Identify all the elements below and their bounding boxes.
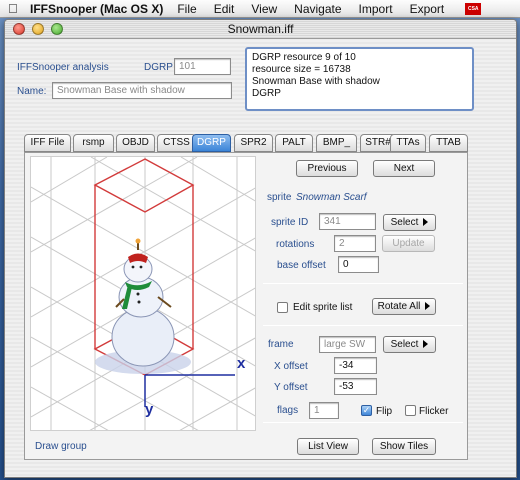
sprite-label: sprite bbox=[267, 192, 292, 203]
sprite-id-field[interactable]: 341 bbox=[319, 213, 376, 230]
x-offset-label: X offset bbox=[274, 361, 308, 372]
menu-view[interactable]: View bbox=[251, 2, 277, 16]
flicker-label: Flicker bbox=[419, 406, 449, 417]
tab-ttas[interactable]: TTAs bbox=[390, 134, 426, 152]
flags-label: flags bbox=[277, 405, 299, 416]
x-offset-field[interactable]: -34 bbox=[334, 357, 377, 374]
list-view-button[interactable]: List View bbox=[297, 438, 359, 455]
section-divider bbox=[263, 283, 463, 284]
tab-rsmp[interactable]: rsmp bbox=[73, 134, 114, 152]
popup-arrow-icon bbox=[425, 302, 431, 311]
section-divider bbox=[263, 422, 463, 423]
info-line: resource size = 16738 bbox=[252, 64, 351, 75]
resource-info-box: DGRP resource 9 of 10 resource size = 16… bbox=[245, 47, 474, 111]
flicker-checkbox[interactable] bbox=[405, 405, 416, 416]
menu-edit[interactable]: Edit bbox=[214, 2, 235, 16]
analysis-label: IFFSnooper analysis bbox=[17, 62, 109, 73]
menu-navigate[interactable]: Navigate bbox=[294, 2, 341, 16]
input-menu-flag-icon[interactable]: CSA bbox=[465, 2, 482, 15]
base-offset-label: base offset bbox=[277, 260, 326, 271]
tab-dgrp[interactable]: DGRP bbox=[192, 134, 231, 152]
menu-app-name[interactable]: IFFSnooper (Mac OS X) bbox=[30, 2, 163, 16]
name-label: Name: bbox=[17, 86, 47, 97]
sprite-canvas[interactable]: x y bbox=[30, 156, 256, 431]
popup-arrow-icon bbox=[423, 340, 429, 349]
tab-bmp[interactable]: BMP_ bbox=[316, 134, 357, 152]
flags-field[interactable]: 1 bbox=[309, 402, 339, 419]
close-button-icon[interactable] bbox=[13, 23, 25, 35]
tab-objd[interactable]: OBJD bbox=[116, 134, 155, 152]
edit-sprite-list-label: Edit sprite list bbox=[293, 302, 353, 313]
minimize-button-icon[interactable] bbox=[32, 23, 44, 35]
main-window: Snowman.iff IFFSnooper analysis DGRP # 1… bbox=[4, 19, 517, 478]
tab-ttab[interactable]: TTAB bbox=[429, 134, 468, 152]
frame-select-button[interactable]: Select bbox=[383, 336, 436, 353]
menu-file[interactable]: File bbox=[177, 2, 196, 16]
info-line: DGRP bbox=[252, 88, 281, 99]
frame-select-label: Select bbox=[390, 339, 419, 350]
previous-button[interactable]: Previous bbox=[296, 160, 358, 177]
zoom-button-icon[interactable] bbox=[51, 23, 63, 35]
window-title: Snowman.iff bbox=[227, 22, 294, 36]
y-offset-label: Y offset bbox=[274, 382, 308, 393]
axis-lines bbox=[144, 374, 235, 407]
frame-field[interactable]: large SW bbox=[319, 336, 376, 353]
menu-bar:  IFFSnooper (Mac OS X) File Edit View N… bbox=[0, 0, 520, 18]
section-divider bbox=[263, 325, 463, 326]
rotations-field[interactable]: 2 bbox=[334, 235, 376, 252]
rotate-all-button[interactable]: Rotate All bbox=[372, 298, 436, 315]
base-offset-field[interactable]: 0 bbox=[338, 256, 379, 273]
y-offset-field[interactable]: -53 bbox=[334, 378, 377, 395]
info-line: DGRP resource 9 of 10 bbox=[252, 52, 356, 63]
draw-group-label: Draw group bbox=[35, 441, 87, 452]
rotate-all-label: Rotate All bbox=[377, 301, 421, 312]
rotations-label: rotations bbox=[276, 239, 315, 250]
apple-menu-icon[interactable]:  bbox=[8, 1, 22, 16]
menu-export[interactable]: Export bbox=[410, 2, 445, 16]
sprite-name: Snowman Scarf bbox=[296, 192, 367, 203]
show-tiles-button[interactable]: Show Tiles bbox=[372, 438, 436, 455]
dgrp-number-field[interactable]: 101 bbox=[174, 58, 231, 75]
tab-palt[interactable]: PALT bbox=[275, 134, 313, 152]
frame-label: frame bbox=[268, 339, 294, 350]
tab-iff-file[interactable]: IFF File bbox=[24, 134, 71, 152]
edit-sprite-list-checkbox[interactable] bbox=[277, 302, 288, 313]
sprite-select-label: Select bbox=[390, 217, 419, 228]
popup-arrow-icon bbox=[423, 218, 429, 227]
tab-ctss[interactable]: CTSS bbox=[157, 134, 196, 152]
flip-checkbox[interactable]: ✓ bbox=[361, 405, 372, 416]
sprite-id-label: sprite ID bbox=[271, 217, 309, 228]
info-line: Snowman Base with shadow bbox=[252, 76, 380, 87]
menu-import[interactable]: Import bbox=[359, 2, 393, 16]
name-field[interactable]: Snowman Base with shadow bbox=[52, 82, 232, 99]
sprite-select-button[interactable]: Select bbox=[383, 214, 436, 231]
next-button[interactable]: Next bbox=[373, 160, 435, 177]
update-button[interactable]: Update bbox=[382, 235, 435, 252]
window-titlebar[interactable]: Snowman.iff bbox=[5, 20, 516, 39]
tab-spr2[interactable]: SPR2 bbox=[234, 134, 273, 152]
flip-label: Flip bbox=[376, 406, 393, 417]
window-content: IFFSnooper analysis DGRP # 101 Name: Sno… bbox=[5, 40, 516, 477]
